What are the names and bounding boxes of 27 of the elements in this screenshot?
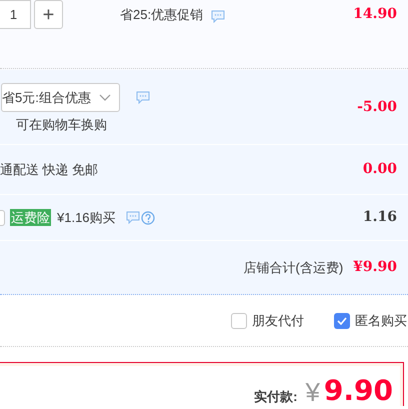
- insurance-price: ¥1.16购买: [57, 208, 116, 227]
- option-label: 朋友代付: [252, 312, 304, 330]
- payment-label: 实付款:: [254, 389, 298, 405]
- plus-button[interactable]: +: [34, 0, 63, 29]
- quantity-field[interactable]: 1: [0, 0, 31, 29]
- promotion-label: 省25:优惠促销: [120, 6, 204, 24]
- caret-icon: [99, 94, 111, 101]
- store-total-amount: ¥9.90: [353, 258, 397, 277]
- discount-amount: -5.00: [357, 98, 397, 117]
- shipping-method: 通配送 快递 免邮: [0, 160, 98, 179]
- insurance-badge: 运费险: [10, 209, 51, 226]
- option-label: 匿名购买: [355, 312, 407, 330]
- checkbox[interactable]: [231, 312, 247, 328]
- help-icon[interactable]: [140, 210, 155, 224]
- store-total-label: 店铺合计(含运费): [243, 258, 344, 277]
- currency-symbol: ¥: [305, 378, 320, 406]
- insurance-amount: 1.16: [362, 208, 397, 227]
- shipping-amount: 0.00: [362, 160, 397, 179]
- exchange-note: 可在购物车换购: [16, 116, 107, 134]
- chat-icon[interactable]: [136, 91, 150, 104]
- item-price: 14.90: [353, 5, 397, 24]
- payment-amount: 9.90: [324, 376, 393, 406]
- chat-icon[interactable]: [211, 10, 226, 23]
- check-icon: [337, 316, 347, 324]
- discount-select[interactable]: 省5元:组合优惠: [1, 83, 120, 112]
- chat-icon[interactable]: [126, 211, 140, 224]
- checkbox[interactable]: [334, 312, 350, 328]
